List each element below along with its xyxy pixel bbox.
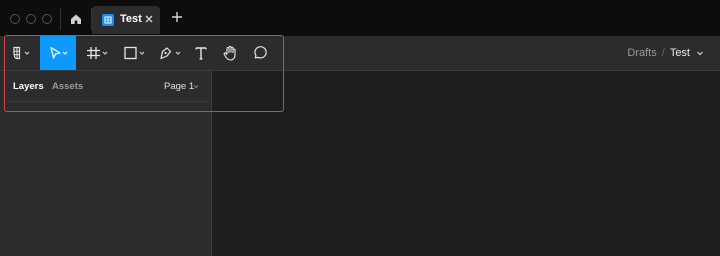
chevron-down-icon[interactable] xyxy=(193,84,199,89)
rectangle-icon xyxy=(124,46,145,60)
pen-tool[interactable] xyxy=(154,36,186,70)
move-tool[interactable] xyxy=(40,36,76,70)
file-tab[interactable]: Test xyxy=(92,6,160,34)
main-menu-tool[interactable] xyxy=(4,36,38,70)
breadcrumb-file-name[interactable]: Test xyxy=(670,47,690,59)
canvas[interactable] xyxy=(212,71,720,256)
tab-layers[interactable]: Layers xyxy=(13,81,44,92)
figma-file-icon xyxy=(102,14,114,26)
title-bar: Test xyxy=(0,0,720,36)
layers-panel: Layers Assets Page 1 xyxy=(0,71,211,256)
toolbar: Drafts / Test xyxy=(0,36,720,70)
plus-icon[interactable] xyxy=(170,10,184,24)
panel-divider xyxy=(8,101,210,102)
close-icon[interactable] xyxy=(144,14,154,24)
pen-icon xyxy=(160,47,181,60)
hand-icon xyxy=(223,45,236,61)
breadcrumb: Drafts / Test xyxy=(627,47,703,59)
shape-tool[interactable] xyxy=(118,36,150,70)
home-icon xyxy=(71,14,81,24)
breadcrumb-separator: / xyxy=(661,47,665,59)
text-tool[interactable] xyxy=(190,36,212,70)
frame-tool[interactable] xyxy=(80,36,114,70)
file-tab-label: Test xyxy=(120,13,142,25)
hash-frame-icon xyxy=(87,47,108,59)
titlebar-divider xyxy=(60,8,61,30)
minimize-window-button[interactable] xyxy=(26,14,36,24)
tab-assets[interactable]: Assets xyxy=(52,81,83,92)
comment-tool[interactable] xyxy=(249,36,271,70)
hand-tool[interactable] xyxy=(219,36,241,70)
page-selector[interactable]: Page 1 xyxy=(164,81,194,92)
close-window-button[interactable] xyxy=(10,14,20,24)
text-T-icon xyxy=(195,47,207,60)
figma-logo-icon xyxy=(13,46,30,60)
speech-bubble-icon xyxy=(254,46,267,59)
pointer-icon xyxy=(50,46,68,59)
zoom-window-button[interactable] xyxy=(42,14,52,24)
home-button[interactable] xyxy=(62,6,90,32)
chevron-down-icon[interactable] xyxy=(696,49,704,57)
breadcrumb-drafts[interactable]: Drafts xyxy=(627,47,656,59)
